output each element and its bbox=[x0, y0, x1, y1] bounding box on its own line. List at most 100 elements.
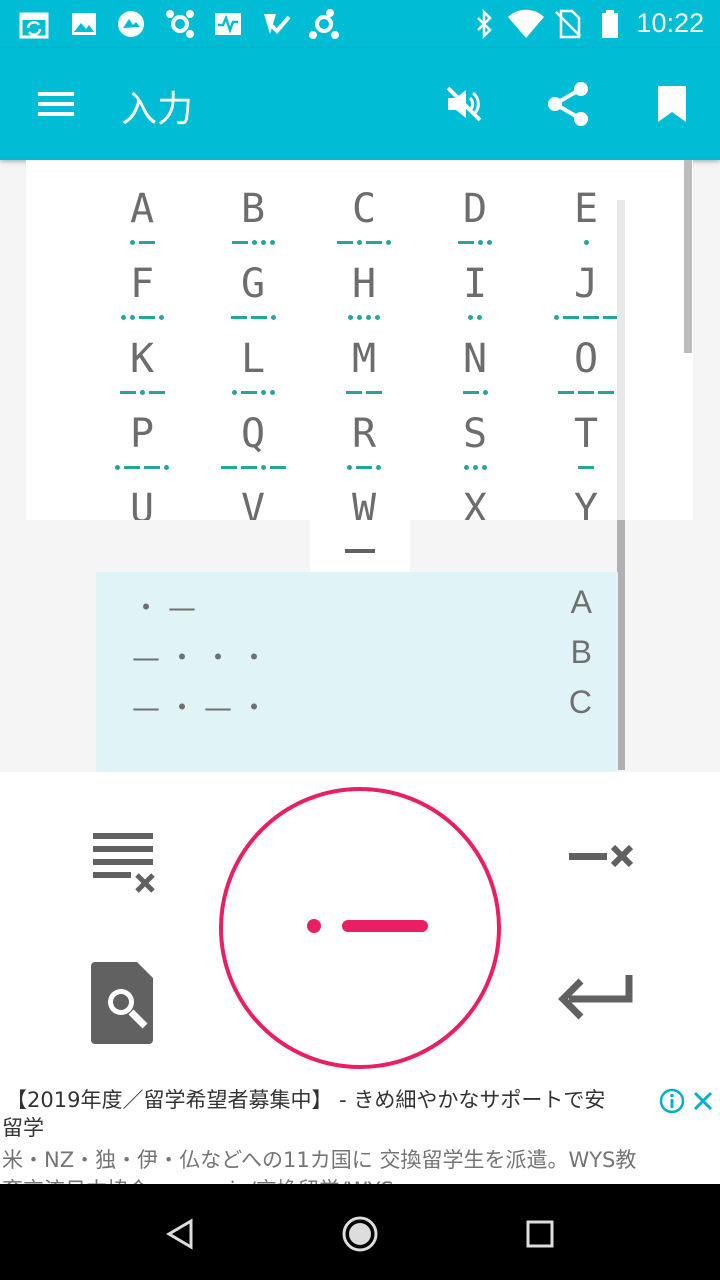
dash-symbol bbox=[240, 390, 257, 394]
morse-cell-k[interactable]: K bbox=[87, 334, 197, 404]
dash-symbol bbox=[346, 390, 362, 394]
clear-all-icon bbox=[93, 833, 155, 893]
clear-all-button[interactable] bbox=[84, 822, 164, 902]
ad-info-button[interactable] bbox=[659, 1088, 685, 1114]
dash-symbol bbox=[124, 465, 140, 469]
dot-symbol bbox=[139, 389, 145, 395]
dot-symbol bbox=[366, 314, 371, 320]
morse-code bbox=[87, 386, 197, 398]
dot-symbol bbox=[357, 314, 362, 320]
menu-button[interactable] bbox=[28, 76, 84, 132]
dot-symbol bbox=[115, 464, 120, 470]
morse-code bbox=[309, 386, 419, 398]
morse-cell-i[interactable]: I bbox=[420, 259, 530, 329]
wifi-icon bbox=[508, 9, 544, 38]
morse-cell-u[interactable]: U bbox=[87, 484, 197, 520]
dash-symbol bbox=[598, 390, 614, 394]
morse-cell-b[interactable]: B bbox=[198, 184, 308, 254]
dash-symbol bbox=[366, 240, 382, 244]
morse-cell-h[interactable]: H bbox=[309, 259, 419, 329]
home-button[interactable] bbox=[330, 1204, 390, 1264]
enter-button[interactable] bbox=[552, 967, 638, 1031]
dot-symbol bbox=[269, 239, 275, 245]
dash-symbol bbox=[562, 315, 579, 319]
morse-code bbox=[198, 236, 308, 248]
mute-button[interactable] bbox=[436, 76, 492, 132]
morse-letter: D bbox=[462, 186, 488, 232]
morse-cell-s[interactable]: S bbox=[420, 409, 530, 479]
dot-symbol bbox=[260, 464, 266, 470]
bookmark-icon bbox=[658, 86, 686, 122]
input-row[interactable]: —・・・ B bbox=[96, 626, 618, 676]
morse-key-button[interactable] bbox=[218, 786, 502, 1070]
ad-close-button[interactable] bbox=[690, 1088, 716, 1114]
input-sequence: —・—・ bbox=[132, 691, 277, 724]
back-button[interactable] bbox=[150, 1204, 210, 1264]
home-icon bbox=[342, 1216, 378, 1252]
app-icon-2 bbox=[309, 9, 339, 39]
input-scrollbar[interactable] bbox=[617, 520, 625, 770]
morse-cell-x[interactable]: X bbox=[420, 484, 530, 520]
morse-cell-n[interactable]: N bbox=[420, 334, 530, 404]
morse-cell-f[interactable]: F bbox=[87, 259, 197, 329]
dot-symbol bbox=[376, 464, 381, 470]
morse-cell-q[interactable]: Q bbox=[198, 409, 308, 479]
dot-symbol bbox=[468, 314, 473, 320]
dash-symbol bbox=[138, 315, 155, 319]
input-row[interactable]: —・—・ C bbox=[96, 676, 618, 726]
input-letter: A bbox=[570, 584, 592, 620]
morse-letter: K bbox=[129, 336, 155, 382]
bookmark-button[interactable] bbox=[644, 76, 700, 132]
morse-key-circle bbox=[219, 787, 501, 1069]
ad-title-cont[interactable]: 留学 bbox=[2, 1112, 44, 1142]
grid-scrollbar[interactable] bbox=[684, 160, 692, 353]
dot-symbol bbox=[553, 314, 559, 320]
dash-symbol bbox=[240, 465, 257, 469]
dash-symbol bbox=[230, 315, 247, 319]
morse-cell-g[interactable]: G bbox=[198, 259, 308, 329]
dot-symbol bbox=[158, 314, 164, 320]
input-row[interactable]: ・— A bbox=[96, 576, 618, 626]
morse-cell-c[interactable]: C bbox=[309, 184, 419, 254]
dash-symbol bbox=[582, 315, 599, 319]
morse-cell-v[interactable]: V bbox=[198, 484, 308, 520]
dot-symbol bbox=[478, 239, 483, 245]
page-title: 入力 bbox=[121, 89, 194, 130]
dot-symbol bbox=[481, 464, 487, 470]
morse-cell-m[interactable]: M bbox=[309, 334, 419, 404]
morse-keyboard bbox=[0, 772, 720, 1082]
search-document-button[interactable] bbox=[84, 957, 164, 1047]
recents-button[interactable] bbox=[510, 1204, 570, 1264]
morse-cell-d[interactable]: D bbox=[420, 184, 530, 254]
ad-title[interactable]: 【2019年度／留学希望者募集中】 - きめ細やかなサポートで安 bbox=[6, 1084, 605, 1114]
morse-cell-w[interactable]: W bbox=[309, 484, 419, 520]
share-icon bbox=[548, 82, 588, 126]
morse-letter: A bbox=[129, 186, 155, 232]
morse-letter: C bbox=[351, 186, 377, 232]
morse-cell-l[interactable]: L bbox=[198, 334, 308, 404]
share-button[interactable] bbox=[540, 76, 596, 132]
info-icon bbox=[659, 1088, 685, 1114]
morse-cell-r[interactable]: R bbox=[309, 409, 419, 479]
morse-cell-p[interactable]: P bbox=[87, 409, 197, 479]
delete-symbol-button[interactable] bbox=[560, 832, 640, 882]
dash-symbol bbox=[366, 390, 382, 394]
morse-reference-grid: ABCDEFGHIJKLMNOPQRSTUVWXY bbox=[26, 160, 693, 520]
dash-symbol bbox=[119, 390, 136, 394]
input-letter: B bbox=[570, 634, 592, 670]
morse-letter: L bbox=[240, 336, 266, 382]
back-icon bbox=[166, 1218, 193, 1250]
morse-letter: P bbox=[129, 411, 155, 457]
morse-code bbox=[87, 236, 197, 248]
dot-symbol bbox=[375, 314, 380, 320]
navigation-bar bbox=[0, 1184, 720, 1280]
dash-delete-icon bbox=[569, 844, 634, 868]
morse-cell-a[interactable]: A bbox=[87, 184, 197, 254]
bluetooth-icon bbox=[477, 8, 492, 40]
morse-code bbox=[198, 386, 308, 398]
dot-symbol bbox=[270, 314, 276, 320]
ad-banner[interactable]: 【2019年度／留学希望者募集中】 - きめ細やかなサポートで安 留学 米・NZ… bbox=[0, 1080, 720, 1184]
morse-letter: M bbox=[351, 336, 377, 382]
app-bar: 入力 bbox=[0, 48, 720, 160]
morse-code bbox=[420, 386, 530, 398]
